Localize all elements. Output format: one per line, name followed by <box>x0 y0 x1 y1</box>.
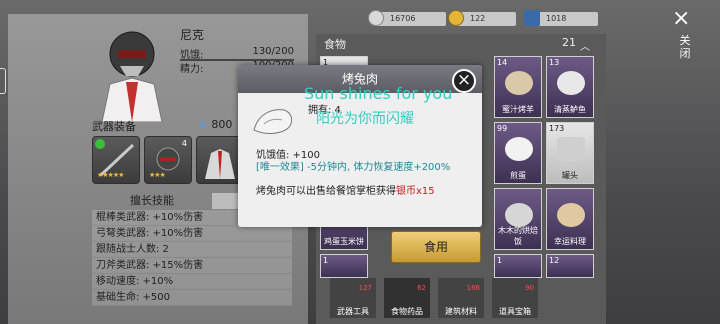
weapon-slot-1[interactable]: ★★★★★ <box>92 136 140 184</box>
gold-counter: 122 <box>448 10 516 26</box>
power-value: 800 <box>211 118 233 131</box>
inventory-item[interactable]: 幸运料理 <box>546 188 594 250</box>
tab-weapons-tools[interactable]: 127 武器工具 <box>330 278 376 318</box>
eat-button[interactable]: 食用 <box>391 231 481 263</box>
tab-building-materials[interactable]: 166 建筑材料 <box>438 278 484 318</box>
inventory-item[interactable]: 12 <box>546 254 594 278</box>
character-portrait <box>101 31 163 122</box>
outfit-slot[interactable] <box>196 136 244 184</box>
unique-effect: [唯一效果] -5分钟内, 体力恢复速度+200% <box>256 162 451 173</box>
overlay-caption-en: Sun shines for you <box>304 84 453 103</box>
silver-value: 16706 <box>390 14 416 23</box>
side-drawer-handle[interactable] <box>0 68 6 94</box>
hunger-value: 130/200 <box>252 46 294 57</box>
skill-row: 基础生命: +500 <box>92 290 292 306</box>
inventory-count: 21 <box>562 36 576 49</box>
can-icon <box>557 137 585 161</box>
skill-row: 移动速度: +10% <box>92 274 292 290</box>
inventory-item[interactable]: 木木的烘焙饭 <box>494 188 542 250</box>
ticket-value: 1018 <box>546 14 567 23</box>
tab-props-chests[interactable]: 90 道具宝箱 <box>492 278 538 318</box>
collapse-chevron-icon[interactable]: ︿ <box>580 38 590 53</box>
inventory-item[interactable]: 14 蜜汁烤羊 <box>494 56 542 118</box>
roast-rabbit-icon <box>253 109 293 134</box>
skill-row: 弓弩类武器: +10%伤害 <box>92 226 292 242</box>
jacket-icon <box>205 149 235 179</box>
energy-label: 精力: <box>180 64 204 75</box>
upgrade-badge <box>95 139 105 149</box>
rarity-stars: ★★★★★ <box>97 171 124 179</box>
character-name: 尼克 <box>180 28 205 42</box>
gold-coin-icon <box>448 10 464 26</box>
fish-icon <box>557 71 585 95</box>
slot-level: 4 <box>181 139 187 148</box>
tab-food-medicine[interactable]: 62 食物药品 <box>384 278 430 318</box>
skill-row: 跟随战士人数: 2 <box>92 242 292 258</box>
tab-skills[interactable]: 擅长技能 <box>92 193 212 209</box>
overlay-caption-zh: 阳光为你而闪耀 <box>316 111 414 127</box>
sell-info: 烤兔肉可以出售给餐馆掌柜获得银币x15 <box>256 186 435 197</box>
hunger-stat: 饥饿: 130/200 <box>180 46 294 61</box>
skill-row: 刀斧类武器: +15%伤害 <box>92 258 292 274</box>
inventory-item[interactable]: 13 清蒸鲈鱼 <box>546 56 594 118</box>
rarity-stars: ★★★ <box>149 171 166 179</box>
armor-slot[interactable]: 4 ★★★ <box>144 136 192 184</box>
gold-value: 122 <box>470 14 486 23</box>
sword-icon: ⚔ <box>198 118 208 131</box>
close-label[interactable]: 关闭 <box>678 34 692 60</box>
popup-close-icon[interactable]: × <box>452 69 476 93</box>
inventory-item[interactable]: 173 罐头 <box>546 122 594 184</box>
silver-counter: 16706 <box>368 10 446 26</box>
inventory-item[interactable]: 1 <box>494 254 542 278</box>
close-icon[interactable]: × <box>672 8 690 30</box>
inventory-item[interactable]: 99 煎蛋 <box>494 122 542 184</box>
equipment-title: 武器装备 <box>92 120 136 133</box>
inventory-item[interactable]: 1 <box>320 254 368 278</box>
lucky-dish-icon <box>557 203 585 227</box>
inventory-title: 食物 <box>324 38 346 51</box>
baked-rice-icon <box>505 203 533 227</box>
ticket-icon <box>524 10 540 26</box>
roast-lamb-icon <box>505 71 533 95</box>
ticket-counter: 1018 <box>524 10 598 26</box>
power-readout: ⚔ 800 <box>198 118 232 131</box>
silver-coin-icon <box>368 10 384 26</box>
fried-egg-icon <box>505 137 533 161</box>
